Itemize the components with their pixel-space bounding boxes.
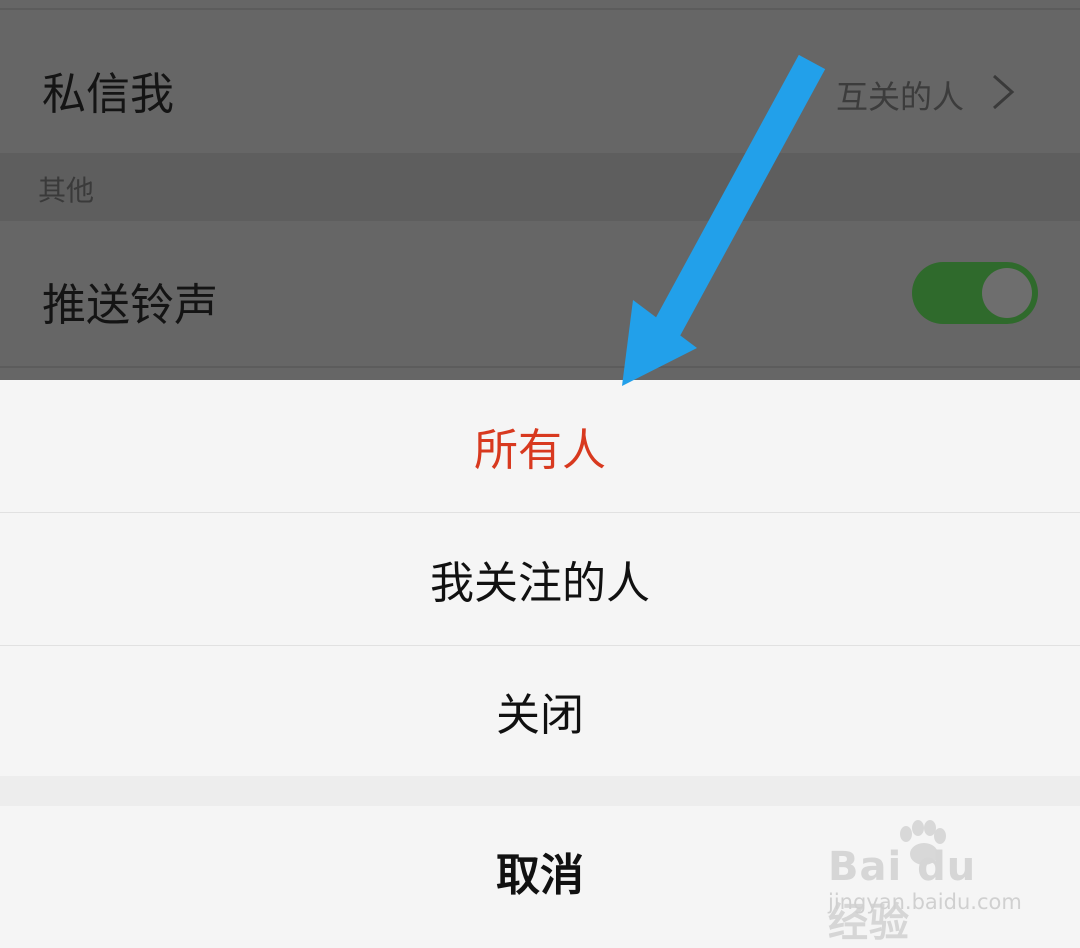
toggle-knob <box>982 268 1032 318</box>
option-everyone[interactable]: 所有人 <box>0 380 1080 512</box>
row-divider <box>0 366 1080 368</box>
sheet-gap <box>0 776 1080 806</box>
section-label: 其他 <box>38 174 95 207</box>
push-ringtone-title: 推送铃声 <box>42 280 218 331</box>
dm-setting-title: 私信我 <box>42 69 174 120</box>
push-ringtone-toggle[interactable] <box>912 262 1038 324</box>
dm-setting-row[interactable]: 私信我 互关的人 <box>0 8 1080 153</box>
dimmed-settings-page: 私信我 互关的人 其他 推送铃声 <box>0 0 1080 380</box>
chevron-right-icon <box>993 74 1015 110</box>
baidu-watermark: Bai du 经验 jingyan.baidu.com <box>828 820 1028 946</box>
option-off[interactable]: 关闭 <box>0 646 1080 776</box>
dm-setting-value: 互关的人 <box>835 78 964 116</box>
option-following[interactable]: 我关注的人 <box>0 513 1080 645</box>
watermark-url: jingyan.baidu.com <box>828 890 1022 914</box>
section-header-other: 其他 <box>0 153 1080 221</box>
